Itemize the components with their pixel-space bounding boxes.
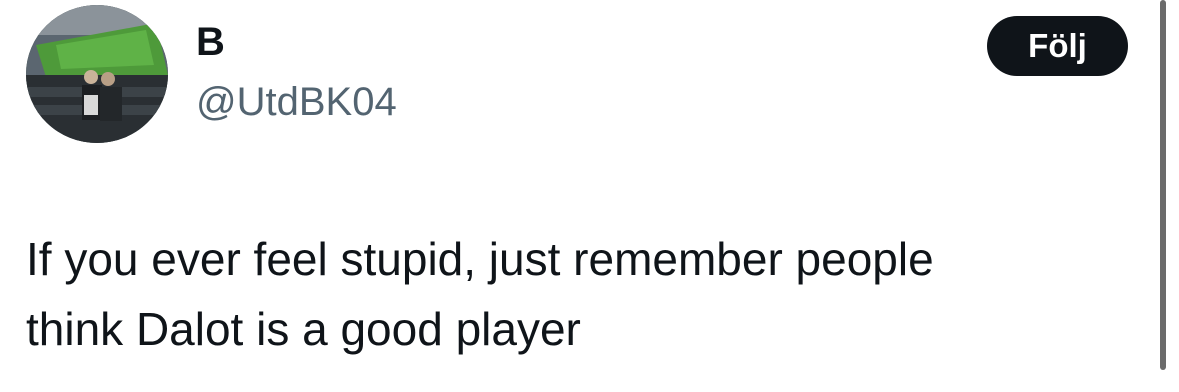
tweet-card: B @UtdBK04 Följ If you ever feel stupid,… (0, 0, 1179, 392)
tweet-text-line-1: If you ever feel stupid, just remember p… (26, 233, 934, 285)
user-handle[interactable]: @UtdBK04 (196, 80, 397, 124)
display-name[interactable]: B (196, 20, 225, 64)
tweet-text-line-2: think Dalot is a good player (26, 303, 581, 355)
scrollbar[interactable] (1160, 0, 1166, 370)
stadium-photo-icon (26, 5, 168, 143)
avatar[interactable] (26, 5, 168, 143)
follow-button[interactable]: Följ (987, 16, 1128, 76)
tweet-text: If you ever feel stupid, just remember p… (26, 224, 1146, 364)
